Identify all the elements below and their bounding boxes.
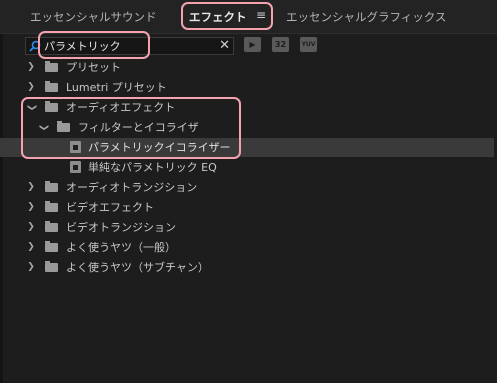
folder-icon	[45, 201, 58, 212]
tree-item-label: ビデオトランジション	[66, 221, 176, 234]
folder-icon	[45, 81, 58, 92]
tree-item-label: フィルターとイコライザ	[78, 121, 199, 134]
chevron-right-icon[interactable]: ❯	[26, 258, 36, 277]
chevron-down-icon[interactable]: ❯	[34, 123, 53, 133]
tree-item-video-effects[interactable]: ❯ ビデオエフェクト	[0, 198, 497, 217]
tree-item-label: オーディオトランジション	[66, 181, 198, 194]
yuv-effects-icon[interactable]: YUV	[300, 37, 317, 52]
tab-effects[interactable]: エフェクト	[189, 9, 247, 25]
tree-item-video-transitions[interactable]: ❯ ビデオトランジション	[0, 218, 497, 237]
tree-item-presets[interactable]: ❯ プリセット	[0, 58, 497, 77]
chevron-right-icon[interactable]: ❯	[26, 198, 36, 217]
tree-item-label: プリセット	[66, 61, 121, 74]
folder-icon	[45, 221, 58, 232]
tree-item-parametric-equalizer[interactable]: パラメトリックイコライザー	[0, 138, 497, 157]
tree-item-label: 単純なパラメトリック EQ	[88, 161, 217, 174]
tree-item-label: よく使うヤツ（サブチャン）	[66, 261, 209, 274]
folder-icon	[45, 261, 58, 272]
chevron-right-icon[interactable]: ❯	[26, 238, 36, 257]
search-icon	[29, 40, 41, 52]
search-input[interactable]	[44, 38, 214, 54]
chevron-right-icon[interactable]: ❯	[26, 78, 36, 97]
tree-item-filter-eq[interactable]: ❯ フィルターとイコライザ	[0, 118, 497, 137]
tree-item-label: よく使うヤツ（一般）	[66, 241, 176, 254]
effects-toolbar: ✕ ▶ 32 YUV	[0, 33, 497, 57]
tree-item-label: パラメトリックイコライザー	[88, 141, 231, 154]
folder-icon	[45, 181, 58, 192]
tree-item-label: Lumetri プリセット	[66, 81, 167, 94]
folder-icon	[45, 241, 58, 252]
tree-item-audio-transitions[interactable]: ❯ オーディオトランジション	[0, 178, 497, 197]
folder-icon	[57, 121, 70, 132]
tab-essential-graphics[interactable]: エッセンシャルグラフィックス	[286, 9, 446, 25]
audio-effect-icon	[70, 141, 81, 153]
chevron-right-icon[interactable]: ❯	[26, 178, 36, 197]
tree-item-favorites-general[interactable]: ❯ よく使うヤツ（一般）	[0, 238, 497, 257]
clear-search-icon[interactable]: ✕	[219, 38, 230, 54]
tab-essential-sound[interactable]: エッセンシャルサウンド	[30, 9, 157, 25]
tree-item-audio-effects[interactable]: ❯ オーディオエフェクト	[0, 98, 497, 117]
folder-icon	[45, 101, 58, 112]
tree-item-simple-parametric-eq[interactable]: 単純なパラメトリック EQ	[0, 158, 497, 177]
tree-item-favorites-subchan[interactable]: ❯ よく使うヤツ（サブチャン）	[0, 258, 497, 277]
audio-effect-icon	[70, 161, 81, 173]
chevron-down-icon[interactable]: ❯	[22, 103, 41, 113]
search-box[interactable]: ✕	[25, 37, 234, 55]
chevron-right-icon[interactable]: ❯	[26, 218, 36, 237]
accelerated-effects-icon[interactable]: ▶	[244, 37, 261, 52]
tree-item-label: オーディオエフェクト	[66, 101, 176, 114]
32-bit-effects-icon[interactable]: 32	[272, 37, 289, 52]
tree-item-label: ビデオエフェクト	[66, 201, 154, 214]
panel-tab-bar: エッセンシャルサウンド エフェクト ≡ エッセンシャルグラフィックス	[0, 0, 497, 34]
chevron-right-icon[interactable]: ❯	[26, 58, 36, 77]
tree-item-lumetri-presets[interactable]: ❯ Lumetri プリセット	[0, 78, 497, 97]
panel-menu-icon[interactable]: ≡	[256, 8, 266, 22]
folder-icon	[45, 61, 58, 72]
